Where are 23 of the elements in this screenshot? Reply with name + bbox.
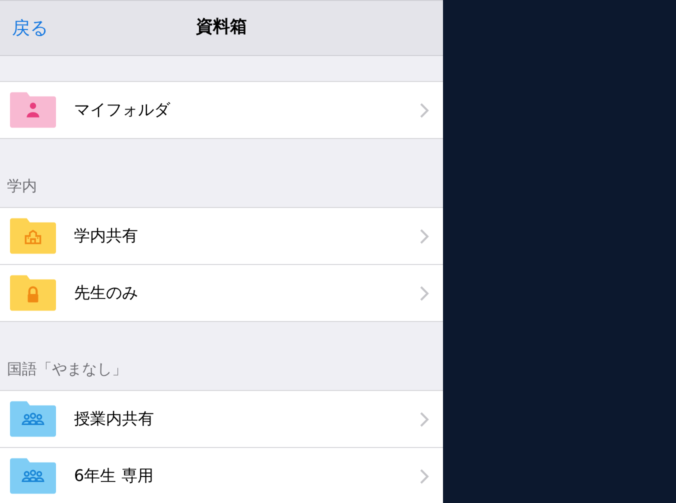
folder-name: 6年生 専用 — [74, 465, 154, 487]
folder-name: 授業内共有 — [74, 408, 155, 430]
screen-title: 資料箱 — [196, 16, 247, 40]
lock-folder-icon — [10, 275, 56, 311]
folder-name: 学内共有 — [74, 225, 139, 247]
chevron-icon — [420, 468, 429, 484]
people-folder-icon — [10, 401, 56, 437]
section-header: 国語「やまなし」 — [7, 358, 127, 380]
folder-row[interactable]: 先生のみ — [0, 265, 443, 322]
school-folder-icon — [10, 218, 56, 254]
folder-row[interactable]: マイフォルダ — [0, 82, 443, 139]
person-folder-icon — [10, 92, 56, 128]
folder-row[interactable]: 学内共有 — [0, 208, 443, 265]
people-folder-icon — [10, 458, 56, 494]
section-header: 学内 — [7, 176, 37, 196]
chevron-icon — [420, 412, 429, 426]
chevron-icon — [420, 228, 429, 244]
folder-name: マイフォルダ — [74, 99, 172, 121]
chevron-icon — [420, 286, 429, 300]
folder-row[interactable]: 授業内共有 — [0, 391, 443, 448]
folder-name: 先生のみ — [74, 282, 139, 304]
folder-row[interactable]: 6年生 専用 — [0, 448, 443, 503]
chevron-icon — [420, 102, 429, 118]
